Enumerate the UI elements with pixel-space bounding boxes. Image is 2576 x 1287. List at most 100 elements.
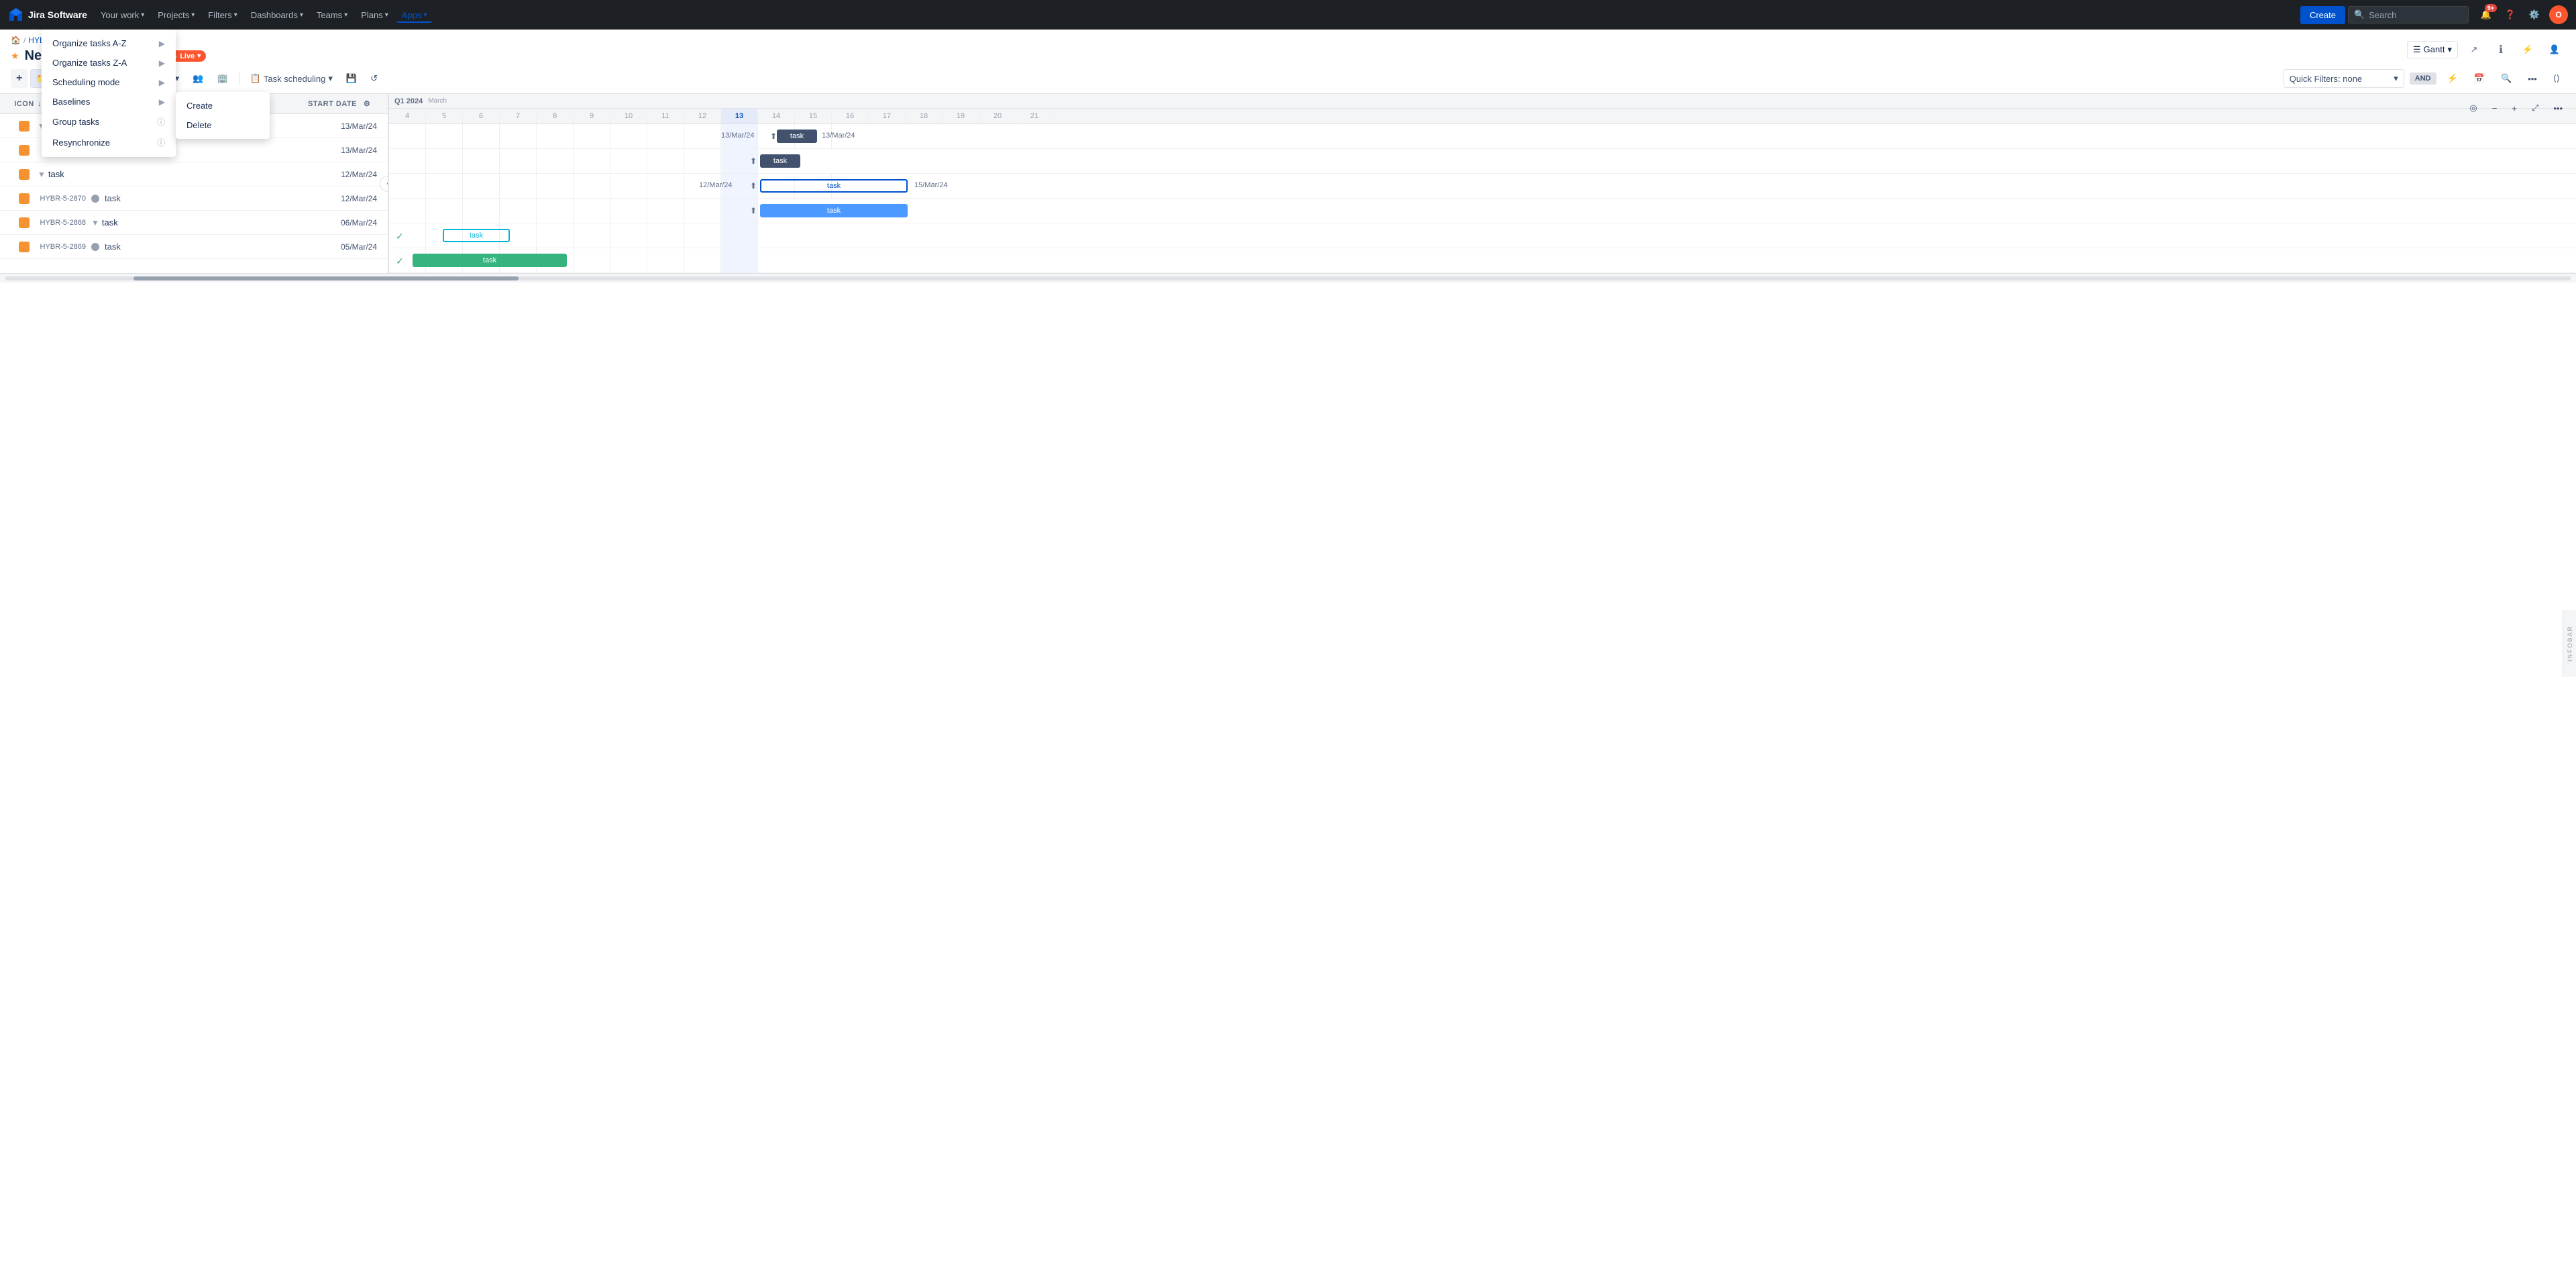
gantt-cell <box>463 149 500 173</box>
star-icon[interactable]: ★ <box>11 50 19 62</box>
gantt-zoom-out[interactable]: − <box>2487 100 2503 117</box>
gantt-cell <box>463 124 500 148</box>
gantt-bar[interactable]: task <box>760 179 908 193</box>
calendar-filter-button[interactable]: 📅 <box>2469 70 2490 87</box>
search-bar[interactable]: 🔍 Search <box>2348 6 2469 23</box>
gantt-cell <box>537 174 574 198</box>
gantt-header: Q1 2024 March 4 5 6 7 8 9 10 11 12 13 14… <box>389 94 2576 124</box>
gantt-bar[interactable]: task <box>760 154 800 168</box>
gantt-bar[interactable]: task <box>413 254 567 267</box>
nav-projects[interactable]: Projects ▾ <box>152 7 200 23</box>
zoom-search-button[interactable]: 🔍 <box>2496 70 2517 87</box>
gantt-cell <box>500 174 537 198</box>
gantt-cell <box>610 248 647 272</box>
scrollbar-track[interactable] <box>5 276 2571 280</box>
gantt-zoom-in[interactable]: + <box>2506 100 2522 117</box>
gantt-bar[interactable]: task <box>777 130 817 143</box>
organize-az-item[interactable]: Organize tasks A-Z ▶ <box>42 34 176 53</box>
col-icon-header: ICON <box>11 100 38 108</box>
more-filters-button[interactable]: ••• <box>2522 70 2542 87</box>
task-name-cell: ▼ task <box>38 169 310 179</box>
create-button[interactable]: Create <box>2300 6 2345 24</box>
nav-teams[interactable]: Teams ▾ <box>311 7 353 23</box>
gantt-cell <box>610 124 647 148</box>
baselines-item[interactable]: Baselines ▶ Create Delete <box>42 92 176 111</box>
gantt-fit-screen[interactable]: ⤢ <box>2526 99 2544 117</box>
gantt-day: 6 <box>463 109 500 123</box>
nav-apps[interactable]: Apps ▾ <box>396 7 433 23</box>
quick-filter-dropdown[interactable]: Quick Filters: none ▾ <box>2284 69 2404 88</box>
notification-count: 9+ <box>2485 4 2497 12</box>
col-settings-button[interactable]: ⚙ <box>357 99 377 108</box>
gantt-cell <box>463 174 500 198</box>
app-logo[interactable]: Jira Software <box>8 7 87 23</box>
info-button[interactable]: ℹ <box>2490 39 2512 60</box>
person-button[interactable]: 👤 <box>2544 39 2565 60</box>
add-button[interactable]: + <box>11 69 28 88</box>
task-scheduling-button[interactable]: 📋 Task scheduling ▾ <box>245 70 338 87</box>
chevron-down-icon: ▾ <box>328 73 333 84</box>
gantt-view-button[interactable]: ☰ Gantt ▾ <box>2407 41 2458 58</box>
share-icon: ↗ <box>2471 44 2478 55</box>
nav-filters[interactable]: Filters ▾ <box>203 7 242 23</box>
gantt-quarter-row: Q1 2024 March <box>389 94 2576 109</box>
project-header: 🏠 / HYBR-5 NOT STARTED ▾ ★ New Hybrid Pr… <box>0 30 2576 64</box>
save-button[interactable]: 💾 <box>341 70 362 87</box>
help-button[interactable]: ❓ <box>2501 5 2520 24</box>
chevron-down-icon: ▾ <box>423 11 427 19</box>
task-type-icon <box>19 242 30 252</box>
gantt-reset-zoom[interactable]: ◎ <box>2464 99 2482 117</box>
scheduling-mode-item[interactable]: Scheduling mode ▶ <box>42 72 176 92</box>
schedule-icon: 📋 <box>250 73 261 84</box>
gantt-cell <box>647 248 684 272</box>
lightning-button[interactable]: ⚡ <box>2517 39 2538 60</box>
gantt-more[interactable]: ••• <box>2548 100 2568 117</box>
organize-za-item[interactable]: Organize tasks Z-A ▶ <box>42 53 176 72</box>
upload-icon: ⬆ <box>750 181 757 191</box>
task-key: HYBR-5-2870 <box>38 195 91 203</box>
share-button[interactable]: ↗ <box>2463 39 2485 60</box>
gantt-bar[interactable]: task <box>760 204 908 217</box>
nav-plans[interactable]: Plans ▾ <box>356 7 394 23</box>
nav-icons: 🔔 9+ ❓ ⚙️ O <box>2477 5 2568 24</box>
nav-dashboards[interactable]: Dashboards ▾ <box>246 7 309 23</box>
chevron-down-icon: ▾ <box>141 11 144 19</box>
gantt-day-highlight: 13 <box>721 109 758 123</box>
gantt-quarter-label: Q1 2024 <box>394 97 423 105</box>
gantt-cell-highlight <box>721 248 758 272</box>
task-type-icon <box>19 169 30 180</box>
child-task-icon <box>91 195 99 203</box>
user-avatar[interactable]: O <box>2549 5 2568 24</box>
task-icon-cell <box>11 242 38 252</box>
delete-baseline-item[interactable]: Delete <box>176 115 270 135</box>
task-icon-cell <box>11 169 38 180</box>
notifications-button[interactable]: 🔔 9+ <box>2477 5 2496 24</box>
gantt-cell <box>684 124 721 148</box>
task-start-date: 05/Mar/24 <box>310 242 377 252</box>
nav-your-work[interactable]: Your work ▾ <box>95 7 150 23</box>
gantt-cell <box>537 223 574 248</box>
flash-filter-button[interactable]: ⚡ <box>2442 70 2463 87</box>
scrollbar-thumb[interactable] <box>133 276 519 280</box>
chevron-right-icon: ▶ <box>159 39 165 48</box>
home-icon[interactable]: 🏠 <box>11 36 21 45</box>
resynchronize-item[interactable]: Resynchronize ⓘ <box>42 132 176 153</box>
gantt-cell <box>610 199 647 223</box>
gantt-day: 14 <box>758 109 795 123</box>
collapse-button[interactable]: ⟨⟩ <box>2548 70 2565 87</box>
gantt-controls: ◎ − + ⤢ ••• <box>2464 99 2568 117</box>
gantt-month-label: March <box>428 97 447 105</box>
group-tasks-item[interactable]: Group tasks ⓘ <box>42 111 176 132</box>
expand-icon[interactable]: ▼ <box>91 218 99 227</box>
team-button[interactable]: 🏢 <box>211 70 233 87</box>
assignee-button[interactable]: 👥 <box>187 70 209 87</box>
info-icon: ⓘ <box>157 137 165 148</box>
undo-button[interactable]: ↺ <box>365 70 383 87</box>
gantt-cell <box>684 223 721 248</box>
gantt-bar[interactable]: task <box>443 229 510 242</box>
person-plus-icon: 👥 <box>193 73 203 84</box>
expand-icon[interactable]: ▼ <box>38 170 46 179</box>
create-baseline-item[interactable]: Create <box>176 96 270 115</box>
settings-button[interactable]: ⚙️ <box>2525 5 2544 24</box>
table-row: ▼ task 12/Mar/24 <box>0 162 388 187</box>
